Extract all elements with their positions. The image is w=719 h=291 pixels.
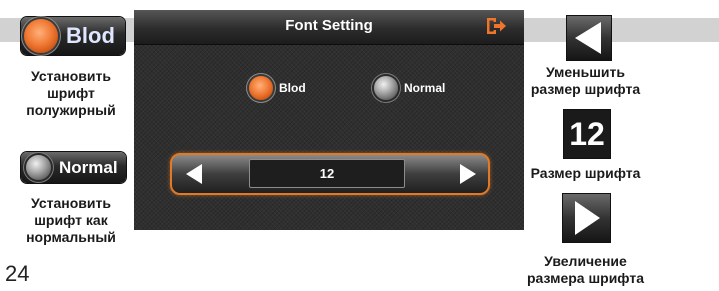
increase-caption: Увеличение размера шрифта	[526, 253, 645, 286]
normal-sample-label: Normal	[59, 157, 118, 177]
option-blod[interactable]: Blod	[249, 68, 306, 108]
radio-unselected-icon[interactable]	[374, 76, 398, 100]
font-size-control: 12	[170, 153, 490, 195]
radio-selected-icon[interactable]	[249, 76, 273, 100]
option-blod-label: Blod	[279, 81, 306, 95]
radio-selected-icon	[24, 19, 58, 53]
bold-radio-sample: Blod	[21, 17, 125, 55]
title-bar: Font Setting	[134, 10, 524, 45]
radio-unselected-icon	[26, 155, 51, 180]
exit-icon[interactable]	[485, 16, 507, 36]
increase-arrow-sample	[563, 194, 610, 242]
decrease-caption: Уменьшить размер шрифта	[530, 64, 641, 97]
chevron-right-icon[interactable]	[456, 162, 480, 186]
chevron-left-icon[interactable]	[182, 162, 206, 186]
bold-caption: Установить шрифт полужирный	[26, 68, 116, 118]
font-size-display: 12	[249, 159, 405, 188]
normal-caption: Установить шрифт как нормальный	[26, 195, 116, 245]
option-normal[interactable]: Normal	[374, 68, 445, 108]
chevron-left-icon	[575, 22, 601, 54]
font-size-sample: 12	[564, 110, 610, 158]
normal-radio-sample: Normal	[21, 152, 126, 183]
screen-title: Font Setting	[285, 17, 373, 34]
chevron-right-icon	[575, 201, 600, 235]
font-size-value: 12	[319, 166, 335, 181]
bold-sample-label: Blod	[66, 23, 115, 48]
page-number: 24	[5, 261, 30, 286]
option-normal-label: Normal	[404, 81, 446, 95]
decrease-arrow-sample	[567, 16, 611, 60]
font-size-sample-value: 12	[569, 116, 605, 152]
font-setting-screen: Font Setting Blod Normal 12	[134, 10, 524, 230]
size-caption: Размер шрифта	[530, 165, 641, 181]
